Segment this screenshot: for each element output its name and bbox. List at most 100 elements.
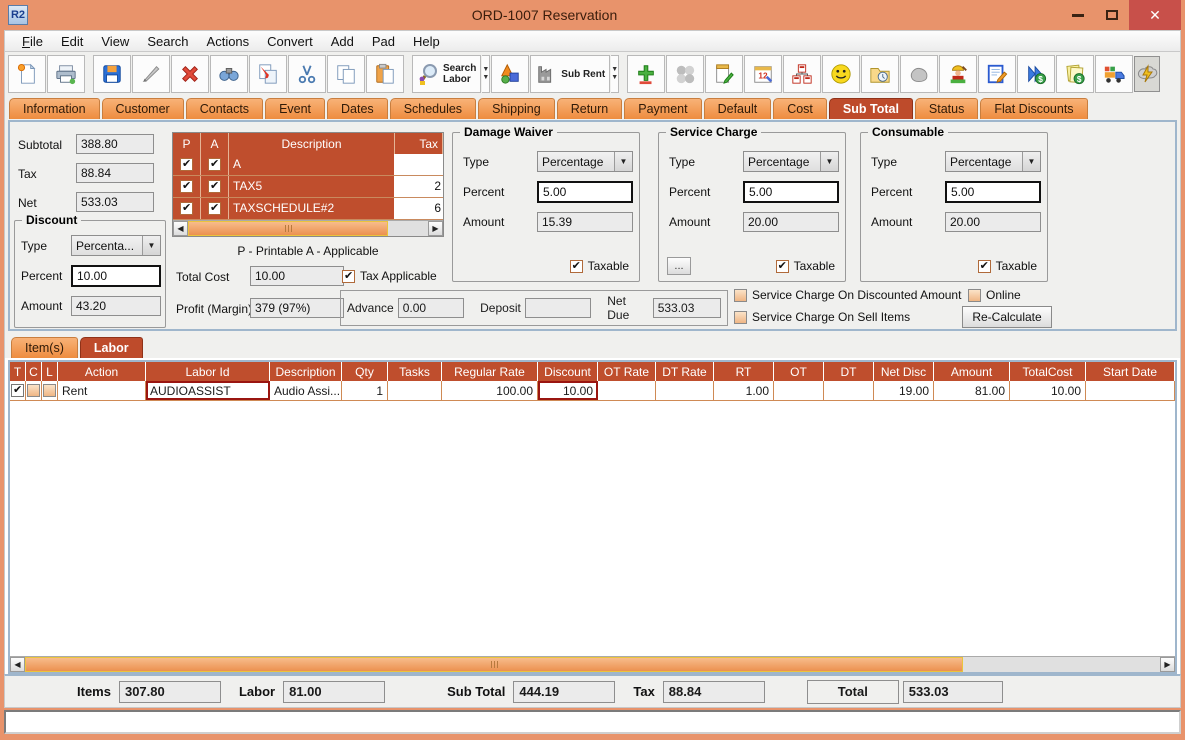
tax-row[interactable]: A	[173, 154, 443, 176]
tax-scroll-thumb[interactable]	[188, 221, 388, 236]
tab-dates[interactable]: Dates	[327, 98, 388, 119]
labor-cell-labor-id[interactable]: AUDIOASSIST	[146, 381, 270, 400]
tax-row[interactable]: TAX52	[173, 176, 443, 198]
tab-sub-total[interactable]: Sub Total	[829, 98, 913, 119]
cut-button[interactable]	[288, 55, 326, 93]
shapes-button[interactable]	[491, 55, 529, 93]
clay-blob-button[interactable]	[900, 55, 938, 93]
cons-percent-field[interactable]: 5.00	[945, 181, 1041, 203]
search-labor-dropdown-icon[interactable]: ▼▼	[482, 55, 490, 93]
sc-type-dropdown[interactable]: Percentage▼	[743, 151, 839, 172]
dw-taxable-checkbox[interactable]: Taxable	[570, 259, 629, 273]
smiley-button[interactable]	[822, 55, 860, 93]
labor-check-cell[interactable]	[42, 381, 58, 400]
recalculate-button[interactable]: Re-Calculate	[962, 306, 1052, 328]
discount-amount-field[interactable]: 43.20	[71, 296, 161, 316]
notepad-edit-button[interactable]	[705, 55, 743, 93]
labor-cell-discount[interactable]: 10.00	[538, 381, 598, 400]
labor-cell-action[interactable]: Rent	[58, 381, 146, 400]
labor-cell-ot[interactable]	[774, 381, 824, 400]
forward-money-button[interactable]: $	[1017, 55, 1055, 93]
tax-col-a[interactable]: A	[201, 133, 229, 154]
paste-button[interactable]	[366, 55, 404, 93]
service-charge-more-button[interactable]: ...	[667, 257, 691, 275]
save-button[interactable]	[93, 55, 131, 93]
checkbox-unchecked-icon[interactable]	[27, 384, 40, 397]
tax-col-description[interactable]: Description	[229, 133, 395, 154]
cons-amount-field[interactable]: 20.00	[945, 212, 1041, 232]
net-field[interactable]: 533.03	[76, 192, 154, 212]
checkbox-checked-icon[interactable]	[342, 270, 355, 283]
labor-col-ot[interactable]: OT	[774, 362, 824, 381]
discount-percent-field[interactable]: 10.00	[71, 265, 161, 287]
sc-taxable-checkbox[interactable]: Taxable	[776, 259, 835, 273]
labor-check-cell[interactable]	[26, 381, 42, 400]
labor-col-dt-rate[interactable]: DT Rate	[656, 362, 714, 381]
tax-checkbox-cell[interactable]	[173, 198, 201, 219]
checkbox-checked-icon[interactable]	[978, 260, 991, 273]
tax-field[interactable]: 88.84	[76, 163, 154, 183]
sc-amount-field[interactable]: 20.00	[743, 212, 839, 232]
search-labor-button[interactable]: SearchLabor	[412, 55, 481, 93]
truck-delivery-button[interactable]	[1095, 55, 1133, 93]
sc-discounted-checkbox[interactable]: Service Charge On Discounted Amount	[734, 288, 961, 302]
labor-cell-tasks[interactable]	[388, 381, 442, 400]
tab-schedules[interactable]: Schedules	[390, 98, 476, 119]
labor-cell-description[interactable]: Audio Assi...	[270, 381, 342, 400]
menu-convert[interactable]: Convert	[258, 32, 322, 51]
labor-cell-rt[interactable]: 1.00	[714, 381, 774, 400]
tab-default[interactable]: Default	[704, 98, 772, 119]
labor-col-rt[interactable]: RT	[714, 362, 774, 381]
sc-sell-items-checkbox[interactable]: Service Charge On Sell Items	[734, 310, 910, 324]
menu-search[interactable]: Search	[138, 32, 197, 51]
tax-col-tax[interactable]: Tax	[395, 133, 443, 154]
labor-col-qty[interactable]: Qty	[342, 362, 388, 381]
sub-rent-dropdown-icon[interactable]: ▼▼	[611, 55, 619, 93]
document-edit-button[interactable]	[978, 55, 1016, 93]
tax-value-cell[interactable]	[395, 154, 443, 175]
menu-add[interactable]: Add	[322, 32, 363, 51]
labor-cell-start-date[interactable]	[1086, 381, 1175, 400]
tax-checkbox-cell[interactable]	[201, 154, 229, 175]
discount-type-dropdown[interactable]: Percenta...▼	[71, 235, 161, 256]
worker-tools-button[interactable]	[939, 55, 977, 93]
tax-checkbox-cell[interactable]	[201, 198, 229, 219]
labor-col-discount[interactable]: Discount	[538, 362, 598, 381]
labor-cell-amount[interactable]: 81.00	[934, 381, 1010, 400]
labor-check-cell[interactable]	[10, 381, 26, 400]
checkbox-unchecked-icon[interactable]	[734, 289, 747, 302]
chevron-down-icon[interactable]: ▼	[614, 152, 632, 171]
checkbox-checked-icon[interactable]	[570, 260, 583, 273]
menu-file[interactable]: File	[13, 32, 52, 51]
online-checkbox[interactable]: Online	[968, 288, 1021, 302]
labor-col-dt[interactable]: DT	[824, 362, 874, 381]
labor-cell-qty[interactable]: 1	[342, 381, 388, 400]
advance-field[interactable]: 0.00	[398, 298, 464, 318]
chevron-down-icon[interactable]: ▼	[1022, 152, 1040, 171]
labor-col-c[interactable]: C	[26, 362, 42, 381]
labor-col-l[interactable]: L	[42, 362, 58, 381]
cons-type-dropdown[interactable]: Percentage▼	[945, 151, 1041, 172]
labor-cell-net-disc[interactable]: 19.00	[874, 381, 934, 400]
add-item-button[interactable]	[627, 55, 665, 93]
tab-return[interactable]: Return	[557, 98, 623, 119]
checkbox-checked-icon[interactable]	[180, 158, 193, 171]
dw-type-dropdown[interactable]: Percentage▼	[537, 151, 633, 172]
tax-value-cell[interactable]: 6	[395, 198, 443, 219]
print-button[interactable]	[47, 55, 85, 93]
labor-cell-dt-rate[interactable]	[656, 381, 714, 400]
flash-button[interactable]	[1134, 56, 1160, 92]
tab-flat-discounts[interactable]: Flat Discounts	[980, 98, 1087, 119]
labor-col-ot-rate[interactable]: OT Rate	[598, 362, 656, 381]
tax-description-cell[interactable]: TAX5	[229, 176, 395, 197]
labor-col-totalcost[interactable]: TotalCost	[1010, 362, 1086, 381]
tax-checkbox-cell[interactable]	[173, 176, 201, 197]
profit-margin-field[interactable]: 379 (97%)	[250, 298, 344, 318]
checkbox-unchecked-icon[interactable]	[968, 289, 981, 302]
detail-tab-item-s[interactable]: Item(s)	[11, 337, 78, 358]
labor-col-description[interactable]: Description	[270, 362, 342, 381]
tax-checkbox-cell[interactable]	[201, 176, 229, 197]
labor-col-amount[interactable]: Amount	[934, 362, 1010, 381]
calendar-button[interactable]: 12	[744, 55, 782, 93]
net-due-field[interactable]: 533.03	[653, 298, 721, 318]
